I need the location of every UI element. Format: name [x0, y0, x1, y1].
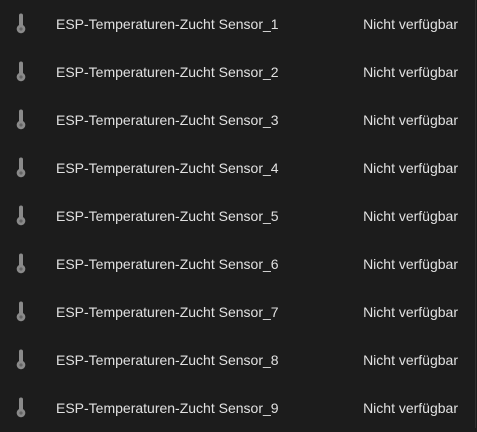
thermometer-icon: [12, 300, 30, 324]
entity-row-sensor-9[interactable]: ESP-Temperaturen-Zucht Sensor_9 Nicht ve…: [0, 384, 476, 432]
entity-state: Nicht verfügbar: [363, 352, 458, 368]
entity-row-sensor-4[interactable]: ESP-Temperaturen-Zucht Sensor_4 Nicht ve…: [0, 144, 476, 192]
entity-list-card: ESP-Temperaturen-Zucht Sensor_1 Nicht ve…: [0, 0, 476, 428]
thermometer-icon: [12, 156, 30, 180]
thermometer-icon: [12, 252, 30, 276]
thermometer-icon: [12, 204, 30, 228]
entity-row-sensor-5[interactable]: ESP-Temperaturen-Zucht Sensor_5 Nicht ve…: [0, 192, 476, 240]
entity-state: Nicht verfügbar: [363, 64, 458, 80]
entity-name: ESP-Temperaturen-Zucht Sensor_3: [56, 112, 279, 128]
entity-state: Nicht verfügbar: [363, 160, 458, 176]
thermometer-icon: [12, 60, 30, 84]
entity-name: ESP-Temperaturen-Zucht Sensor_2: [56, 64, 279, 80]
thermometer-icon: [12, 12, 30, 36]
entity-row-sensor-8[interactable]: ESP-Temperaturen-Zucht Sensor_8 Nicht ve…: [0, 336, 476, 384]
entity-name: ESP-Temperaturen-Zucht Sensor_5: [56, 208, 279, 224]
entity-row-sensor-2[interactable]: ESP-Temperaturen-Zucht Sensor_2 Nicht ve…: [0, 48, 476, 96]
entity-name: ESP-Temperaturen-Zucht Sensor_1: [56, 16, 279, 32]
entity-state: Nicht verfügbar: [363, 208, 458, 224]
entity-name: ESP-Temperaturen-Zucht Sensor_8: [56, 352, 279, 368]
entity-state: Nicht verfügbar: [363, 256, 458, 272]
entity-name: ESP-Temperaturen-Zucht Sensor_4: [56, 160, 279, 176]
entity-state: Nicht verfügbar: [363, 304, 458, 320]
thermometer-icon: [12, 348, 30, 372]
entity-row-sensor-6[interactable]: ESP-Temperaturen-Zucht Sensor_6 Nicht ve…: [0, 240, 476, 288]
thermometer-icon: [12, 108, 30, 132]
entity-name: ESP-Temperaturen-Zucht Sensor_9: [56, 400, 279, 416]
thermometer-icon: [12, 396, 30, 420]
entity-name: ESP-Temperaturen-Zucht Sensor_7: [56, 304, 279, 320]
entity-row-sensor-7[interactable]: ESP-Temperaturen-Zucht Sensor_7 Nicht ve…: [0, 288, 476, 336]
entity-name: ESP-Temperaturen-Zucht Sensor_6: [56, 256, 279, 272]
entity-row-sensor-3[interactable]: ESP-Temperaturen-Zucht Sensor_3 Nicht ve…: [0, 96, 476, 144]
entity-row-sensor-1[interactable]: ESP-Temperaturen-Zucht Sensor_1 Nicht ve…: [0, 0, 476, 48]
entity-state: Nicht verfügbar: [363, 16, 458, 32]
entity-state: Nicht verfügbar: [363, 112, 458, 128]
entity-state: Nicht verfügbar: [363, 400, 458, 416]
